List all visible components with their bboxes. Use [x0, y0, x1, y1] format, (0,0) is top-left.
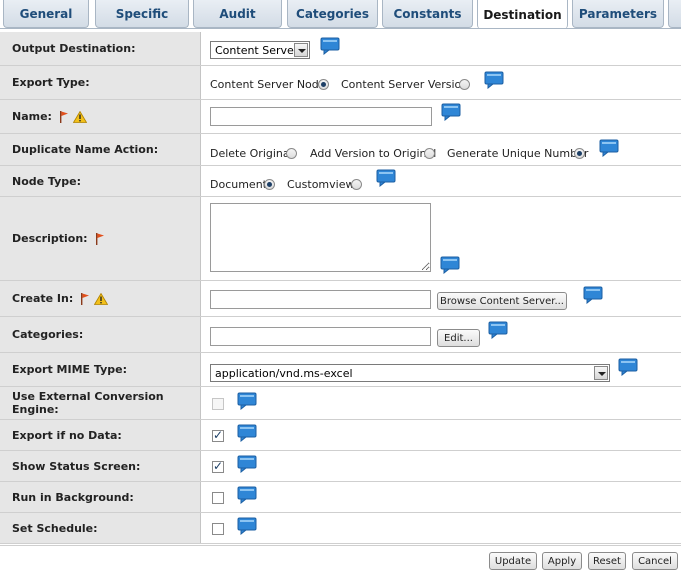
row-categories: Categories: Edit...	[0, 317, 681, 353]
description-label: Description:	[0, 197, 201, 280]
run-in-background-label: Run in Background:	[0, 482, 201, 512]
use-external-conversion-label: Use External Conversion Engine:	[0, 387, 201, 419]
browse-content-server-button[interactable]: Browse Content Server...	[437, 292, 567, 310]
chevron-down-icon	[594, 366, 608, 380]
comment-bubble-icon[interactable]	[484, 71, 504, 89]
delete-original-radio[interactable]	[286, 148, 297, 159]
export-mime-type-value: application/vnd.ms-excel	[215, 366, 353, 380]
row-run-in-background: Run in Background:	[0, 482, 681, 513]
tab-categories[interactable]: Categories	[287, 0, 378, 28]
set-schedule-checkbox[interactable]	[212, 523, 224, 535]
export-type-option1-label: Content Server Node	[210, 78, 326, 91]
required-flag-icon	[59, 111, 69, 123]
tab-specific[interactable]: Specific	[95, 0, 189, 28]
row-create-in: Create In: Browse Content Server...	[0, 281, 681, 317]
categories-label: Categories:	[0, 317, 201, 352]
row-export-mime-type: Export MIME Type: application/vnd.ms-exc…	[0, 353, 681, 387]
edit-categories-button[interactable]: Edit...	[437, 329, 480, 347]
export-if-no-data-label: Export if no Data:	[0, 420, 201, 450]
duplicate-name-action-label: Duplicate Name Action:	[0, 134, 201, 165]
update-button[interactable]: Update	[489, 552, 537, 570]
generate-unique-number-radio[interactable]	[574, 148, 585, 159]
show-status-screen-label: Show Status Screen:	[0, 451, 201, 481]
row-set-schedule: Set Schedule:	[0, 513, 681, 544]
tab-audit[interactable]: Audit	[193, 0, 282, 28]
footer-bar: Update Apply Reset Cancel	[0, 545, 681, 571]
duplicate-option3-label: Generate Unique Number	[447, 147, 589, 160]
set-schedule-label: Set Schedule:	[0, 513, 201, 543]
comment-bubble-icon[interactable]	[488, 321, 508, 339]
comment-bubble-icon[interactable]	[440, 256, 460, 274]
run-in-background-checkbox[interactable]	[212, 492, 224, 504]
reset-button[interactable]: Reset	[588, 552, 626, 570]
comment-bubble-icon[interactable]	[237, 486, 257, 504]
document-radio[interactable]	[264, 179, 275, 190]
row-node-type: Node Type: Document Customview	[0, 166, 681, 197]
create-in-input[interactable]	[210, 290, 431, 309]
node-type-label: Node Type:	[0, 166, 201, 196]
add-version-radio[interactable]	[424, 148, 435, 159]
row-description: Description:	[0, 197, 681, 281]
cancel-button[interactable]: Cancel	[632, 552, 678, 570]
categories-input[interactable]	[210, 327, 431, 346]
required-flag-icon	[80, 293, 90, 305]
comment-bubble-icon[interactable]	[618, 358, 638, 376]
use-external-conversion-checkbox[interactable]	[212, 398, 224, 410]
export-if-no-data-checkbox[interactable]	[212, 428, 224, 442]
node-type-option1-label: Document	[210, 178, 267, 191]
export-mime-type-select[interactable]: application/vnd.ms-excel	[210, 364, 610, 382]
customview-radio[interactable]	[351, 179, 362, 190]
node-type-option2-label: Customview	[287, 178, 355, 191]
row-duplicate-name-action: Duplicate Name Action: Delete Original A…	[0, 134, 681, 166]
required-flag-icon	[95, 233, 105, 245]
export-mime-type-label: Export MIME Type:	[0, 353, 201, 386]
comment-bubble-icon[interactable]	[441, 103, 461, 121]
comment-bubble-icon[interactable]	[376, 169, 396, 187]
duplicate-option1-label: Delete Original	[210, 147, 293, 160]
tab-bar: General Specific Audit Categories Consta…	[0, 0, 681, 29]
row-show-status-screen: Show Status Screen:	[0, 451, 681, 482]
output-destination-select[interactable]: Content Server	[210, 41, 310, 59]
row-export-type: Export Type: Content Server Node Content…	[0, 66, 681, 100]
comment-bubble-icon[interactable]	[237, 455, 257, 473]
comment-bubble-icon[interactable]	[320, 37, 340, 55]
show-status-screen-checkbox[interactable]	[212, 459, 224, 473]
tab-divider	[0, 28, 681, 29]
export-type-version-radio[interactable]	[459, 79, 470, 90]
tab-overflow[interactable]	[668, 0, 681, 28]
comment-bubble-icon[interactable]	[237, 517, 257, 535]
export-type-option2-label: Content Server Version	[341, 78, 469, 91]
export-type-label: Export Type:	[0, 66, 201, 99]
output-destination-label: Output Destination:	[0, 32, 201, 65]
comment-bubble-icon[interactable]	[237, 424, 257, 442]
comment-bubble-icon[interactable]	[599, 139, 619, 157]
row-use-external-conversion: Use External Conversion Engine:	[0, 387, 681, 420]
tab-general[interactable]: General	[3, 0, 89, 28]
tab-constants[interactable]: Constants	[382, 0, 473, 28]
row-name: Name:	[0, 100, 681, 134]
name-label: Name:	[0, 100, 201, 133]
description-textarea[interactable]	[210, 203, 431, 272]
row-export-if-no-data: Export if no Data:	[0, 420, 681, 451]
comment-bubble-icon[interactable]	[583, 286, 603, 304]
comment-bubble-icon[interactable]	[237, 392, 257, 410]
warning-icon	[94, 293, 108, 305]
export-type-node-radio[interactable]	[318, 79, 329, 90]
output-destination-value: Content Server	[215, 43, 299, 57]
duplicate-option2-label: Add Version to Original	[310, 147, 437, 160]
warning-icon	[73, 111, 87, 123]
apply-button[interactable]: Apply	[542, 552, 582, 570]
name-input[interactable]	[210, 107, 432, 126]
tab-destination[interactable]: Destination	[477, 0, 568, 29]
tab-parameters[interactable]: Parameters	[572, 0, 664, 28]
create-in-label: Create In:	[0, 281, 201, 316]
chevron-down-icon	[294, 43, 308, 57]
row-output-destination: Output Destination: Content Server	[0, 32, 681, 66]
